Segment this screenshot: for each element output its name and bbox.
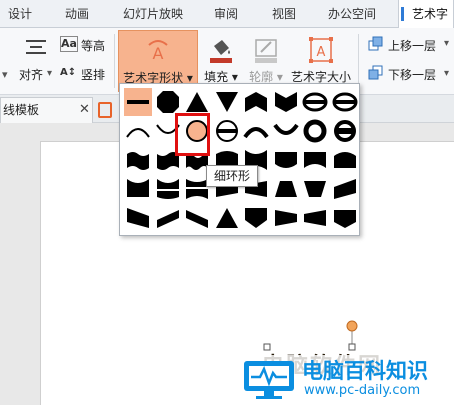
align-icon[interactable]	[22, 36, 50, 58]
shape-deflate-bottom-icon[interactable]	[301, 146, 329, 174]
shape-arch-down-thin-icon[interactable]	[272, 117, 300, 145]
shape-chevron-bottom-icon[interactable]	[242, 204, 270, 232]
shape-arch-up-icon[interactable]	[124, 117, 152, 145]
fill-bucket-icon	[210, 40, 232, 63]
vertical-text-icon: A↕	[60, 67, 77, 78]
tab-view[interactable]: 视图	[262, 0, 306, 28]
tooltip: 细环形	[206, 165, 258, 187]
shape-curve-down-icon[interactable]	[331, 204, 359, 232]
svg-text:A: A	[153, 44, 164, 63]
bring-forward-button[interactable]: 上移一层	[388, 37, 436, 54]
shape-deflate-inflate-icon[interactable]	[154, 175, 182, 203]
shape-slant-up-icon[interactable]	[331, 175, 359, 203]
shape-triangle-down-icon[interactable]	[213, 88, 241, 116]
send-backward-button[interactable]: 下移一层	[388, 66, 436, 83]
tab-wordart[interactable]: 艺术字	[398, 0, 454, 29]
bring-forward-icon	[368, 36, 384, 52]
document-tab[interactable]: 线模板 ✕	[0, 97, 93, 123]
align-prev-arrow-icon: ▾	[2, 68, 8, 81]
shape-wave-left-icon[interactable]	[272, 204, 300, 232]
wordart-shape-gallery	[119, 83, 360, 236]
shape-wave1-icon[interactable]	[124, 146, 152, 174]
selection-highlight-box	[175, 113, 210, 156]
watermark-url: www.pc-daily.com	[304, 383, 421, 398]
send-backward-chevron-icon: ▾	[444, 68, 450, 79]
monitor-logo-icon	[244, 361, 294, 399]
shape-chevron-down-icon[interactable]	[272, 88, 300, 116]
app-window: 设计 动画 幻灯片放映 审阅 视图 办公空间 艺术字 ▾ 对齐 ▾ Aa 等高 …	[0, 0, 454, 405]
send-backward-icon	[368, 65, 384, 81]
equal-height-icon: Aa	[60, 36, 78, 52]
tab-review[interactable]: 审阅	[204, 0, 248, 28]
tab-design[interactable]: 设计	[0, 0, 40, 28]
align-dropdown-chevron-icon: ▾	[47, 68, 53, 79]
shape-thick-ring-icon[interactable]	[301, 117, 329, 145]
shape-plain-text-icon[interactable]	[124, 88, 152, 116]
watermark: 电脑百科知识 www.pc-daily.com	[232, 355, 454, 405]
wordart-size-icon: A	[309, 37, 333, 63]
bring-forward-chevron-icon: ▾	[444, 38, 450, 49]
shape-deflate-top-icon[interactable]	[124, 175, 152, 203]
tab-slideshow[interactable]: 幻灯片放映	[112, 0, 194, 28]
wordart-shape-icon: A	[148, 40, 168, 63]
shape-thick-button-icon[interactable]	[331, 117, 359, 145]
shape-slant-down-icon[interactable]	[124, 204, 152, 232]
shape-ring-arrow-up-icon[interactable]	[301, 88, 329, 116]
tab-animation[interactable]: 动画	[52, 0, 102, 28]
outline-pen-icon	[255, 39, 277, 63]
rotation-handle-icon	[346, 320, 358, 332]
equal-height-button[interactable]: 等高	[81, 37, 105, 54]
align-button[interactable]: 对齐	[19, 66, 43, 83]
shape-button-icon[interactable]	[213, 117, 241, 145]
shape-octagon-icon[interactable]	[154, 88, 182, 116]
tab-office-space[interactable]: 办公空间	[318, 0, 386, 28]
shape-triangle-up-icon[interactable]	[183, 88, 211, 116]
shape-chevron-up-icon[interactable]	[242, 88, 270, 116]
shape-wave-right-icon[interactable]	[301, 204, 329, 232]
shape-arch-up-thin-icon[interactable]	[242, 117, 270, 145]
close-icon[interactable]: ✕	[79, 98, 90, 122]
shape-ring-arrow-down-icon[interactable]	[331, 88, 359, 116]
shape-inflate-bottom-icon[interactable]	[272, 146, 300, 174]
shape-fade-down-icon[interactable]	[301, 175, 329, 203]
document-tab-label: 线模板	[3, 103, 40, 117]
svg-text:A: A	[317, 45, 326, 60]
shape-cascade-down-icon[interactable]	[183, 204, 211, 232]
shape-fade-up-icon[interactable]	[272, 175, 300, 203]
watermark-title: 电脑百科知识	[302, 359, 428, 383]
ribbon-tab-bar: 设计 动画 幻灯片放映 审阅 视图 办公空间 艺术字	[0, 0, 454, 29]
shape-cascade-up-icon[interactable]	[154, 204, 182, 232]
vertical-text-button[interactable]: 竖排	[81, 66, 105, 83]
new-document-icon[interactable]	[98, 102, 112, 118]
shape-triangle-bottom-icon[interactable]	[213, 204, 241, 232]
shape-inflate-top-icon[interactable]	[331, 146, 359, 174]
